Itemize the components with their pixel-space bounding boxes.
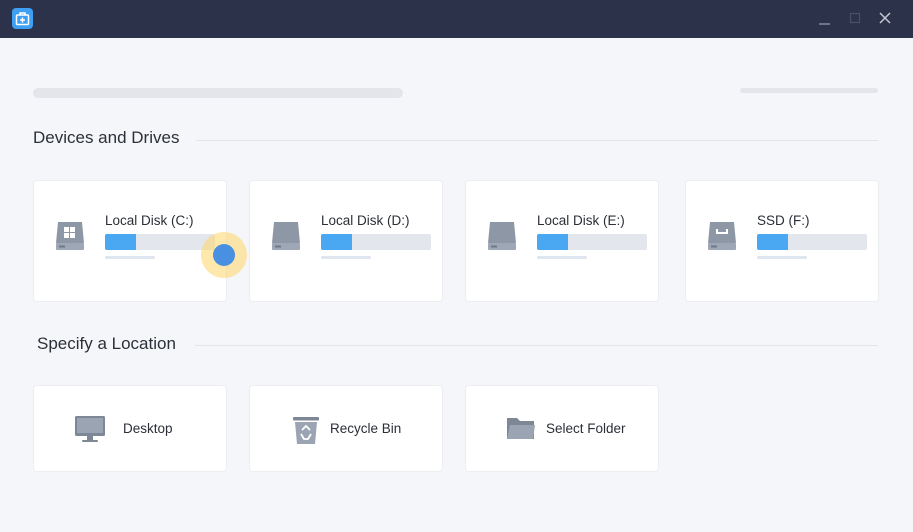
monitor-icon	[74, 415, 106, 448]
location-card-desktop[interactable]: Desktop	[34, 386, 226, 471]
section-divider	[196, 140, 878, 141]
cursor-pointer	[213, 244, 235, 266]
location-label: Recycle Bin	[330, 421, 402, 436]
drive-name: Local Disk (C:)	[105, 213, 194, 228]
drive-usage-fill	[105, 234, 136, 250]
drive-usage-fill	[757, 234, 788, 250]
minimize-button[interactable]	[814, 8, 836, 30]
maximize-button[interactable]	[844, 8, 866, 30]
drive-usage-fill	[321, 234, 352, 250]
location-section-title: Specify a Location	[37, 334, 176, 353]
maximize-icon	[849, 12, 861, 24]
minimize-icon	[819, 23, 830, 25]
hard-drive-icon	[486, 219, 518, 258]
devices-section-title: Devices and Drives	[33, 128, 180, 147]
close-button[interactable]	[874, 8, 896, 30]
drive-size-placeholder	[537, 256, 587, 259]
title-bar	[0, 0, 913, 38]
recycle-bin-icon	[290, 415, 322, 450]
drive-usage-bar	[105, 234, 215, 250]
loading-placeholder-bar	[33, 88, 403, 98]
drive-name: Local Disk (D:)	[321, 213, 410, 228]
location-label: Select Folder	[546, 421, 626, 436]
folder-icon	[506, 415, 536, 446]
drive-usage-bar	[537, 234, 647, 250]
location-card-recycle-bin[interactable]: Recycle Bin	[250, 386, 442, 471]
windows-drive-icon	[54, 219, 86, 258]
drive-size-placeholder	[321, 256, 371, 259]
location-card-select-folder[interactable]: Select Folder	[466, 386, 658, 471]
ssd-drive-icon	[706, 219, 738, 258]
drive-name: Local Disk (E:)	[537, 213, 625, 228]
cursor-highlight	[201, 232, 247, 278]
hard-drive-icon	[270, 219, 302, 258]
drive-size-placeholder	[757, 256, 807, 259]
location-label: Desktop	[123, 421, 173, 436]
close-icon	[879, 12, 891, 24]
section-divider	[195, 345, 878, 346]
drive-card-e[interactable]: Local Disk (E:)	[466, 181, 658, 301]
drive-card-f[interactable]: SSD (F:)	[686, 181, 878, 301]
drive-usage-fill	[537, 234, 568, 250]
drive-name: SSD (F:)	[757, 213, 810, 228]
drive-card-c[interactable]: Local Disk (C:)	[34, 181, 226, 301]
drive-card-d[interactable]: Local Disk (D:)	[250, 181, 442, 301]
app-logo-icon	[12, 8, 33, 29]
drive-usage-bar	[757, 234, 867, 250]
drive-usage-bar	[321, 234, 431, 250]
drive-size-placeholder	[105, 256, 155, 259]
loading-placeholder-line	[740, 88, 878, 93]
